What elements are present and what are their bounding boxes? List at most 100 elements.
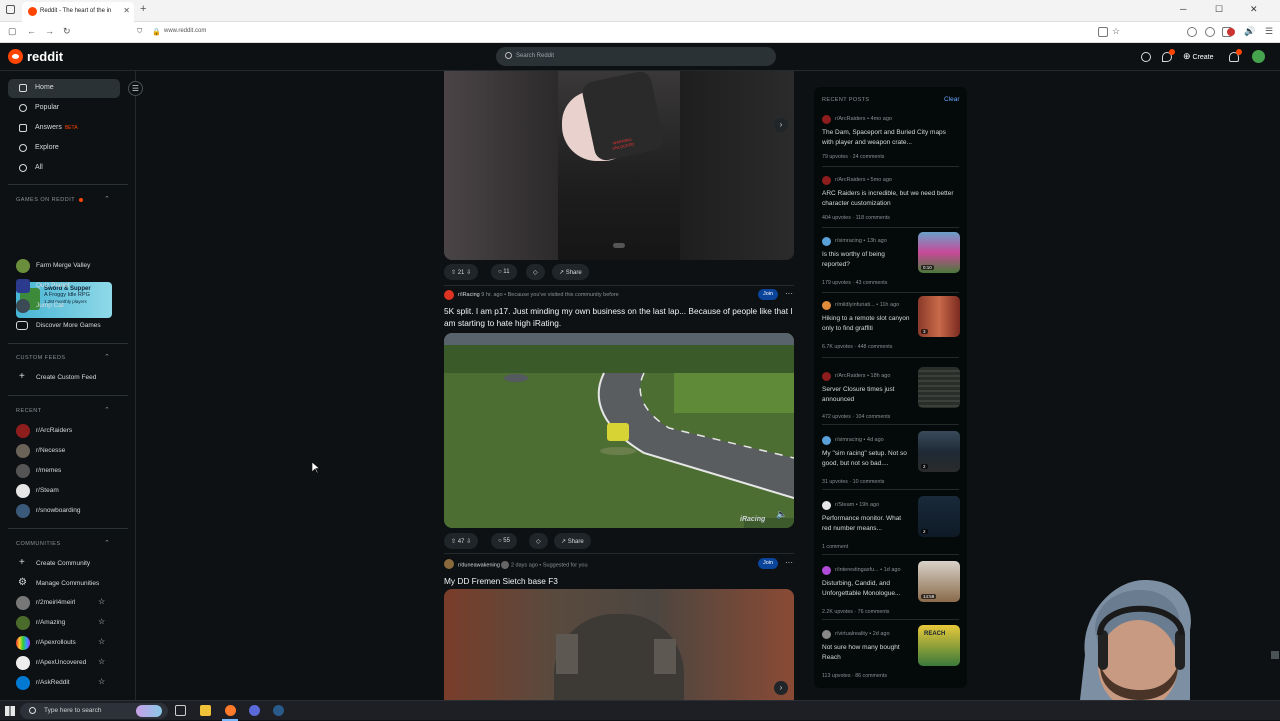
upvote-icon[interactable]: ⇧ (451, 270, 456, 276)
post3-title[interactable]: My DD Fremen Sietch base F3 (444, 575, 794, 587)
create-community[interactable]: + Create Community (16, 556, 121, 572)
lock-icon[interactable]: 🔒 (152, 28, 161, 36)
reader-view-icon[interactable] (1098, 27, 1108, 37)
firefox-icon[interactable] (225, 705, 236, 716)
game-jump-cat[interactable]: Jump Cat (16, 298, 121, 314)
reddit-logo-icon[interactable] (8, 49, 23, 64)
collapse-games-icon[interactable]: ⌃ (104, 195, 110, 203)
communities-header[interactable]: COMMUNITIES (16, 541, 61, 547)
share-button[interactable]: ↗ Share (554, 533, 591, 549)
post3-join-button[interactable]: Join (758, 558, 778, 569)
clear-recent-button[interactable]: Clear (944, 96, 960, 103)
volume-icon[interactable]: 🔊 (1244, 26, 1255, 37)
extension-icon[interactable] (1187, 27, 1197, 37)
iracing-avatar[interactable] (444, 290, 454, 300)
bookmark-star-icon[interactable]: ☆ (1112, 26, 1120, 37)
back-icon[interactable]: ← (27, 26, 36, 36)
minimize-icon[interactable]: ─ (1180, 4, 1186, 14)
post2-title[interactable]: 5K split. I am p17. Just minding my own … (444, 305, 794, 329)
recent-post-title[interactable]: My "sim racing" setup. Not so good, but … (822, 449, 910, 469)
chat-app-icon[interactable] (249, 705, 260, 716)
games-section-header[interactable]: GAMES ON REDDIT (16, 197, 75, 203)
favorite-star-icon[interactable]: ☆ (98, 637, 105, 646)
post3-subreddit[interactable]: r/duneawakening (458, 562, 500, 568)
favorite-star-icon[interactable]: ☆ (98, 677, 105, 686)
post1-media[interactable]: WARNING UNLOCKED › (444, 71, 794, 260)
recent-post-title[interactable]: Not sure how many bought Reach (822, 643, 910, 663)
browser-menu-icon[interactable]: ☰ (1265, 26, 1273, 37)
community-amazing[interactable]: r/Amazing ☆ (16, 615, 121, 631)
manage-communities[interactable]: ⚙ Manage Communities (16, 576, 121, 592)
task-view-icon[interactable] (175, 705, 186, 716)
post2-video[interactable]: iRacing 🔈 (444, 333, 794, 528)
recent-necesse[interactable]: r/Necesse (16, 443, 121, 459)
recent-steam[interactable]: r/Steam (16, 483, 121, 499)
tab-actions-icon[interactable] (6, 5, 15, 14)
nav-popular[interactable]: Popular (8, 99, 120, 118)
community-askreddit[interactable]: r/AskReddit ☆ (16, 675, 121, 691)
shield-icon[interactable]: ⛉ (137, 28, 142, 36)
recent-memes[interactable]: r/memes (16, 463, 121, 479)
windows-start-icon[interactable] (5, 706, 15, 716)
close-tab-icon[interactable]: ✕ (123, 6, 130, 15)
game-quiz-planet[interactable]: Quiz Planet (16, 278, 121, 294)
collapse-communities-icon[interactable]: ⌃ (104, 539, 110, 547)
forward-icon[interactable]: → (45, 26, 54, 36)
community-2meirl4meirl[interactable]: r/2meirl4meirl ☆ (16, 595, 121, 611)
favorite-star-icon[interactable]: ☆ (98, 617, 105, 626)
recent-post-title[interactable]: Server Closure times just announced (822, 385, 910, 405)
sidebar-toggle-icon[interactable]: ▢ (8, 26, 17, 37)
advertise-icon[interactable] (1141, 52, 1151, 62)
favorite-star-icon[interactable]: ☆ (98, 657, 105, 666)
duneawakening-avatar[interactable] (444, 559, 454, 569)
search-input[interactable]: Search Reddit (496, 47, 776, 66)
recent-post-title[interactable]: ARC Raiders is incredible, but we need b… (822, 189, 954, 209)
window-close-icon[interactable]: ✕ (1250, 4, 1258, 15)
award-button[interactable]: ◇ (529, 533, 548, 549)
url-field[interactable]: www.reddit.com (164, 28, 206, 34)
collapse-recent-icon[interactable]: ⌃ (104, 406, 110, 414)
favorite-star-icon[interactable]: ☆ (98, 597, 105, 606)
comments-button[interactable]: ○ 11 (491, 264, 517, 280)
recent-post-thumbnail[interactable]: 14:59 (918, 561, 960, 602)
carousel-next-icon[interactable]: › (774, 681, 788, 695)
reload-icon[interactable]: ↻ (63, 26, 71, 37)
nav-answers[interactable]: Answers BETA (8, 119, 120, 138)
steam-taskbar-icon[interactable] (273, 705, 284, 716)
post2-subreddit[interactable]: r/iRacing (458, 292, 480, 298)
file-explorer-icon[interactable] (200, 705, 211, 716)
recent-post-thumbnail[interactable]: REACH (918, 625, 960, 666)
taskbar-search-input[interactable]: Type here to search (20, 703, 168, 719)
sidebar-collapse-icon[interactable]: ☰ (128, 81, 143, 96)
carousel-next-icon[interactable]: › (774, 118, 788, 132)
post3-image[interactable]: › (444, 589, 794, 700)
recent-post-title[interactable]: Disturbing, Candid, and Unforgettable Mo… (822, 579, 910, 599)
community-apexuncovered[interactable]: r/ApexUncovered ☆ (16, 655, 121, 671)
recent-post-thumbnail[interactable]: 3 (918, 296, 960, 337)
new-tab-icon[interactable]: + (140, 3, 146, 15)
downvote-icon[interactable]: ⇩ (466, 270, 471, 276)
user-avatar[interactable] (1252, 50, 1265, 63)
post2-join-button[interactable]: Join (758, 289, 778, 300)
page-scrollbar[interactable] (1271, 651, 1279, 659)
recent-post-thumbnail[interactable] (918, 367, 960, 408)
recent-post-title[interactable]: Is this worthy of being reported? (822, 250, 910, 270)
custom-feeds-header[interactable]: CUSTOM FEEDS (16, 355, 66, 361)
maximize-icon[interactable]: ☐ (1215, 4, 1223, 15)
downvote-icon[interactable]: ⇩ (466, 539, 471, 545)
video-mute-icon[interactable]: 🔈 (776, 509, 787, 520)
comments-button[interactable]: ○ 55 (491, 533, 517, 549)
nav-explore[interactable]: Explore (8, 139, 120, 158)
discover-more-games[interactable]: Discover More Games (16, 318, 121, 334)
create-custom-feed[interactable]: + Create Custom Feed (16, 370, 121, 386)
award-button[interactable]: ◇ (526, 264, 545, 280)
create-post-button[interactable]: ⊕ Create (1183, 51, 1214, 62)
account-icon[interactable] (1205, 27, 1215, 37)
post2-more-icon[interactable]: ··· (785, 289, 793, 298)
share-button[interactable]: ↗ Share (552, 264, 589, 280)
recent-post-title[interactable]: The Dam, Spaceport and Buried City maps … (822, 128, 954, 148)
recent-post-thumbnail[interactable]: 0:10 (918, 232, 960, 273)
recent-arcraiders[interactable]: r/ArcRaiders (16, 423, 121, 439)
reddit-logo-text[interactable]: reddit (27, 49, 63, 64)
recent-post-thumbnail[interactable]: 2 (918, 431, 960, 472)
